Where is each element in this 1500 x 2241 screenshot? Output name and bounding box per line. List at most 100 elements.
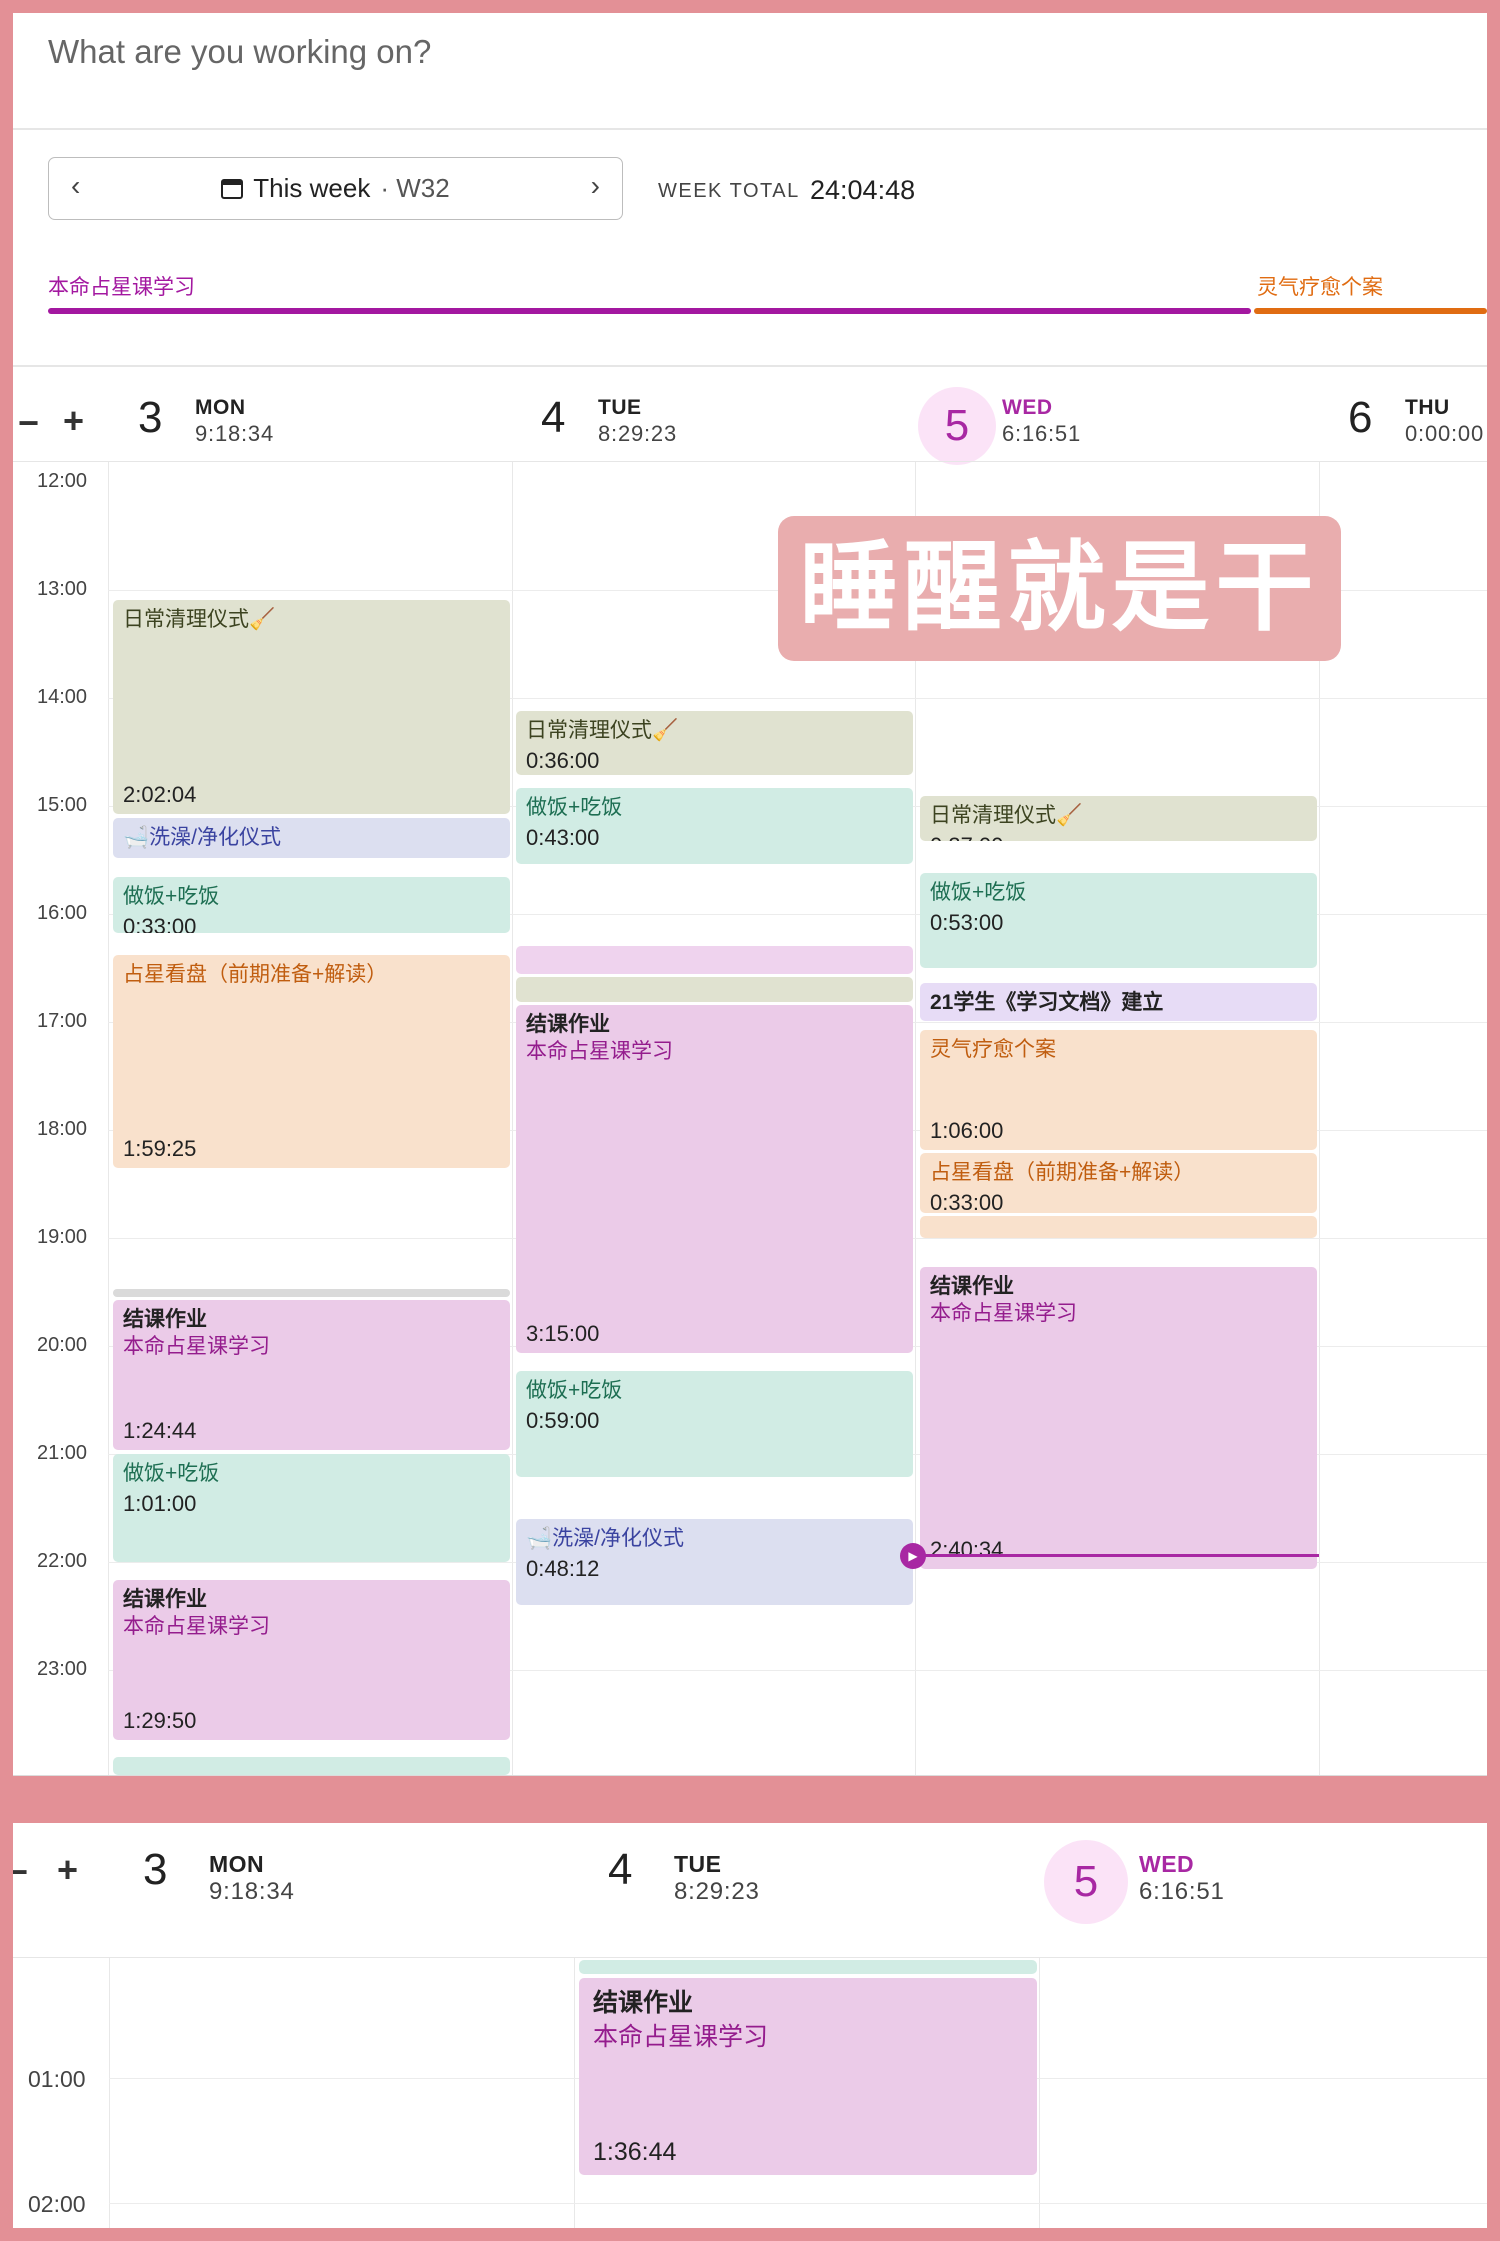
entry-duration: 0:43:00	[526, 825, 600, 850]
column-divider	[574, 1958, 575, 2228]
project-label-reiki[interactable]: 灵气疗愈个案	[1257, 271, 1383, 301]
time-entry[interactable]: 做饭+吃饭 0:59:00	[516, 1371, 913, 1477]
day-name: THU	[1405, 396, 1450, 419]
entry-duration: 0:33:00	[930, 1190, 1004, 1213]
zoom-out-button[interactable]: −	[18, 402, 39, 444]
column-divider	[109, 1958, 110, 2228]
hour-label: 01:00	[28, 2066, 86, 2092]
entry-duration: 1:01:00	[123, 1491, 197, 1516]
calendar-panel-bottom: − + 3 MON 9:18:34 4 TUE 8:29:23 5 WED 6:…	[13, 1823, 1487, 2228]
divider	[13, 365, 1487, 367]
time-entry[interactable]	[113, 1757, 510, 1775]
zoom-in-button[interactable]: +	[57, 1849, 78, 1891]
time-entry[interactable]: 结课作业 本命占星课学习 1:24:44	[113, 1300, 510, 1450]
time-entry[interactable]: 占星看盘（前期准备+解读） 1:59:25	[113, 955, 510, 1168]
day-total: 6:16:51	[1002, 421, 1082, 446]
hour-label: 15:00	[37, 794, 88, 816]
entry-title: 结课作业	[123, 1308, 207, 1331]
column-divider	[512, 462, 513, 1776]
zoom-in-button[interactable]: +	[63, 400, 84, 442]
next-week-button[interactable]: ›	[591, 170, 600, 202]
grid-bottom-line	[13, 1775, 1487, 1776]
time-entry[interactable]: 结课作业 本命占星课学习 3:15:00	[516, 1005, 913, 1353]
time-entry[interactable]: 结课作业 本命占星课学习 1:29:50	[113, 1580, 510, 1740]
column-divider	[1039, 1958, 1040, 2228]
time-entry[interactable]: 做饭+吃饭 0:33:00	[113, 877, 510, 933]
project-label-astrology[interactable]: 本命占星课学习	[48, 271, 195, 301]
time-entry[interactable]: 🛁洗澡/净化仪式 0:48:12	[516, 1519, 913, 1605]
entry-duration: 0:36:00	[526, 748, 600, 773]
time-entry[interactable]	[113, 1289, 510, 1297]
calendar-icon	[221, 178, 244, 199]
entry-title: 结课作业	[123, 1588, 207, 1611]
zoom-out-button[interactable]: −	[13, 1851, 28, 1893]
time-entry[interactable]: 21学生《学习文档》建立	[920, 983, 1317, 1021]
project-bar-astrology[interactable]	[48, 308, 1251, 314]
day-number-today: 5	[918, 387, 996, 465]
entry-duration: 1:59:25	[123, 1136, 197, 1161]
time-entry[interactable]	[920, 1216, 1317, 1238]
hour-gridline	[109, 2203, 1487, 2204]
prev-week-button[interactable]: ‹	[71, 170, 80, 202]
entry-title: 做饭+吃饭	[526, 796, 623, 819]
time-entry[interactable]: 灵气疗愈个案 1:06:00	[920, 1030, 1317, 1150]
sticker-overlay: 睡醒就是干	[778, 516, 1341, 661]
entry-project: 本命占星课学习	[526, 1040, 673, 1063]
entry-duration: 0:37:00	[930, 833, 1307, 841]
day-total: 9:18:34	[195, 421, 275, 446]
day-total: 8:29:23	[674, 1878, 760, 1905]
entry-duration: 0:59:00	[526, 1408, 600, 1433]
entry-title: 做饭+吃饭	[526, 1379, 623, 1402]
hour-label: 16:00	[37, 902, 88, 924]
day-name: WED	[1002, 396, 1053, 419]
day-name: MON	[209, 1851, 265, 1877]
day-total: 9:18:34	[209, 1878, 295, 1905]
hour-label: 21:00	[37, 1442, 88, 1464]
hour-label: 18:00	[37, 1118, 88, 1140]
hour-label: 17:00	[37, 1010, 88, 1032]
time-entry[interactable]	[579, 1960, 1037, 1974]
time-entry[interactable]: 日常清理仪式🧹 0:37:00	[920, 796, 1317, 841]
time-entry[interactable]: 🛁洗澡/净化仪式	[113, 818, 510, 858]
week-label-text: This week	[253, 173, 371, 203]
entry-project: 本命占星课学习	[930, 1302, 1077, 1325]
day-total: 0:00:00	[1405, 421, 1485, 446]
entry-project: 本命占星课学习	[123, 1335, 270, 1358]
week-total-value: 24:04:48	[810, 175, 916, 205]
time-entry[interactable]	[516, 977, 913, 1002]
time-entry[interactable]: 做饭+吃饭 1:01:00	[113, 1454, 510, 1562]
time-entry[interactable]	[516, 946, 913, 974]
entry-duration: 1:06:00	[930, 1118, 1004, 1143]
time-entry[interactable]: 日常清理仪式🧹 2:02:04	[113, 600, 510, 814]
entry-title: 结课作业	[930, 1275, 1014, 1298]
hour-label: 19:00	[37, 1226, 88, 1248]
divider	[13, 1957, 1487, 1958]
play-icon[interactable]: ▶	[900, 1543, 926, 1569]
time-entry[interactable]: 结课作业 本命占星课学习 2:40:34	[920, 1267, 1317, 1569]
time-entry[interactable]: 占星看盘（前期准备+解读） 0:33:00	[920, 1153, 1317, 1213]
entry-title: 日常清理仪式🧹	[930, 804, 1083, 827]
day-number-today: 5	[1044, 1840, 1128, 1924]
entry-title: 做饭+吃饭	[930, 881, 1027, 904]
entry-title: 结课作业	[526, 1013, 610, 1036]
entry-duration: 1:36:44	[593, 2138, 677, 2166]
calendar-panel-top: What are you working on? ‹ This week · W…	[13, 13, 1487, 1776]
week-picker[interactable]: ‹ This week · W32 ›	[48, 157, 623, 220]
entry-duration: 0:53:00	[930, 910, 1004, 935]
current-time-line	[915, 1554, 1319, 1557]
day-total: 6:16:51	[1139, 1878, 1225, 1905]
hour-label: 23:00	[37, 1658, 88, 1680]
project-bar-reiki[interactable]	[1254, 308, 1487, 314]
timer-description-input[interactable]: What are you working on?	[48, 33, 431, 71]
hour-label: 20:00	[37, 1334, 88, 1356]
time-entry[interactable]: 日常清理仪式🧹 0:36:00	[516, 711, 913, 775]
week-label[interactable]: This week · W32	[221, 173, 450, 204]
entry-title: 21学生《学习文档》建立	[930, 991, 1164, 1014]
time-entry[interactable]: 做饭+吃饭 0:43:00	[516, 788, 913, 864]
hour-label: 02:00	[28, 2191, 86, 2217]
entry-title: 🛁洗澡/净化仪式	[123, 826, 281, 849]
entry-title: 日常清理仪式🧹	[526, 719, 679, 742]
time-entry[interactable]: 结课作业 本命占星课学习 1:36:44	[579, 1978, 1037, 2175]
hour-label: 14:00	[37, 686, 88, 708]
time-entry[interactable]: 做饭+吃饭 0:53:00	[920, 873, 1317, 968]
